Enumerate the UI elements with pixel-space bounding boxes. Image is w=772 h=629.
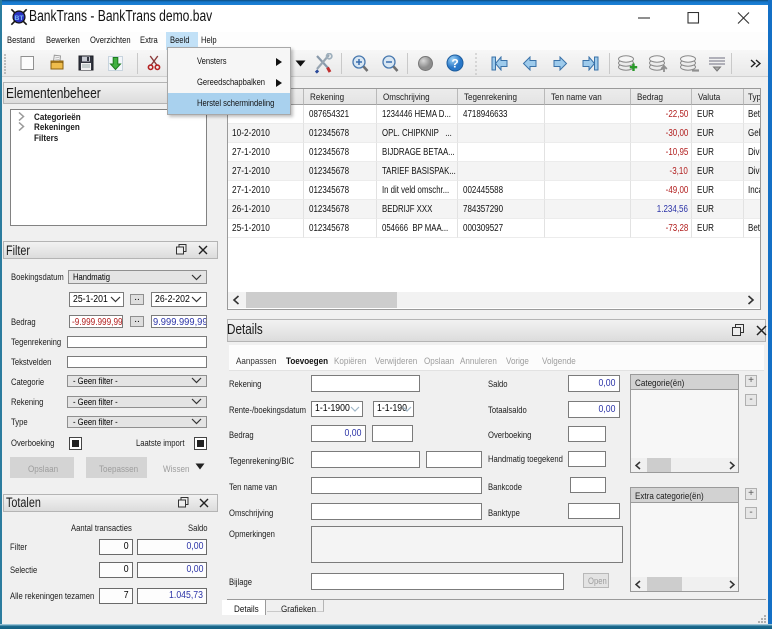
svg-text:BT: BT <box>15 15 25 22</box>
svg-text:?: ? <box>451 57 458 71</box>
